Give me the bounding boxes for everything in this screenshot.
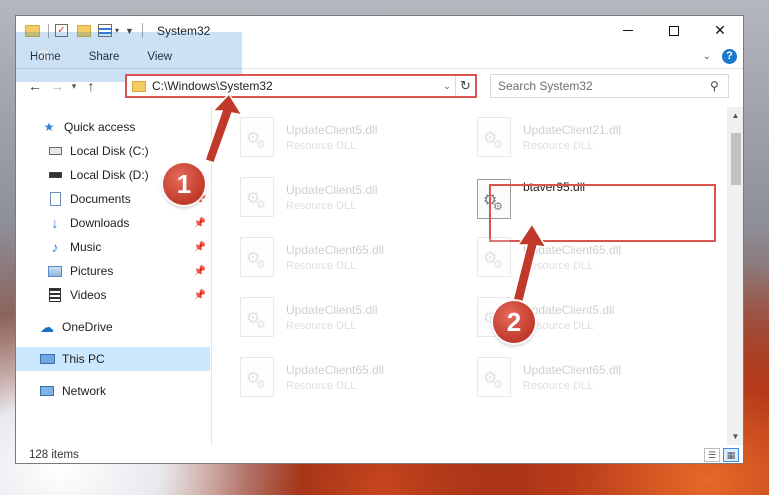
arrow-to-file [512,222,548,303]
step-badge-1: 1 [163,163,205,205]
arrow-to-address-bar [204,92,244,164]
step-badge-2: 2 [493,301,535,343]
annotation-arrows [204,92,548,303]
